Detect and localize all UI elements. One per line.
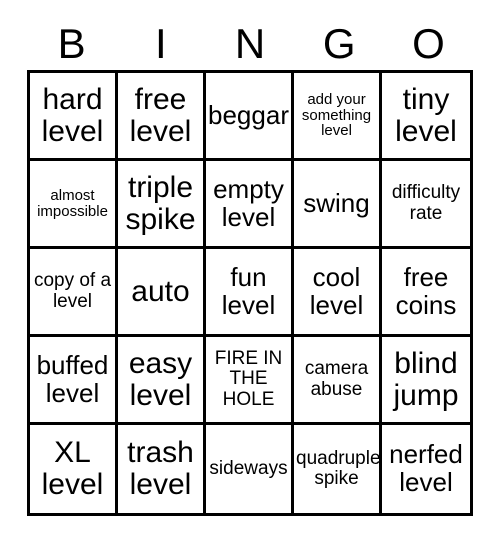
bingo-cell[interactable]: tiny level (382, 73, 470, 161)
bingo-cell-label: blind jump (393, 346, 459, 412)
bingo-cell[interactable]: auto (118, 249, 206, 337)
bingo-cell[interactable]: camera abuse (294, 337, 382, 425)
bingo-grid: hard level free level beggar add your so… (27, 70, 473, 516)
bingo-cell-label: swing (303, 187, 370, 218)
bingo-cell-label: triple spike (125, 170, 196, 236)
bingo-cell[interactable]: hard level (30, 73, 118, 161)
bingo-cell[interactable]: blind jump (382, 337, 470, 425)
bingo-cell[interactable]: difficulty rate (382, 161, 470, 249)
bingo-cell-label: easy level (128, 346, 193, 412)
bingo-header-letter-b: B (57, 20, 86, 67)
bingo-cell[interactable]: beggar (206, 73, 294, 161)
bingo-cell[interactable]: free coins (382, 249, 470, 337)
bingo-header-letter-g: G (322, 20, 356, 67)
bingo-cell-label: XL level (41, 436, 104, 501)
bingo-cell[interactable]: almost impossible (30, 161, 118, 249)
bingo-cell[interactable]: buffed level (30, 337, 118, 425)
bingo-cell-label: nerfed level (389, 439, 463, 497)
bingo-cell[interactable]: easy level (118, 337, 206, 425)
bingo-cell-label: beggar (208, 99, 289, 130)
bingo-cell-label: camera abuse (304, 358, 369, 400)
bingo-cell[interactable]: trash level (118, 425, 206, 513)
bingo-cell-label: add your something level (301, 90, 372, 140)
bingo-cell-label: cool level (309, 261, 364, 320)
bingo-cell[interactable]: fun level (206, 249, 294, 337)
bingo-card: B I N G O hard level free level beggar a… (0, 0, 501, 544)
bingo-header-letter-i: I (154, 20, 167, 67)
bingo-cell[interactable]: nerfed level (382, 425, 470, 513)
bingo-cell-label: difficulty rate (391, 182, 461, 224)
bingo-cell-label: empty level (213, 173, 284, 232)
bingo-cell[interactable]: add your something level (294, 73, 382, 161)
bingo-cell[interactable]: FIRE IN THE HOLE (206, 337, 294, 425)
bingo-cell-label: buffed level (36, 349, 109, 408)
bingo-cell[interactable]: triple spike (118, 161, 206, 249)
bingo-cell[interactable]: cool level (294, 249, 382, 337)
bingo-cell[interactable]: free level (118, 73, 206, 161)
bingo-cell[interactable]: copy of a level (30, 249, 118, 337)
bingo-cell-label: free coins (395, 261, 457, 320)
bingo-cell-label: fun level (221, 261, 276, 320)
bingo-cell[interactable]: empty level (206, 161, 294, 249)
bingo-cell[interactable]: swing (294, 161, 382, 249)
bingo-cell[interactable]: sideways (206, 425, 294, 513)
bingo-header-row: B I N G O (27, 20, 473, 68)
bingo-cell-label: sideways (209, 457, 288, 479)
bingo-cell-label: copy of a level (33, 270, 112, 312)
bingo-cell[interactable]: quadruple spike (294, 425, 382, 513)
bingo-cell-label: quadruple spike (296, 447, 381, 489)
bingo-header-letter-n: N (234, 20, 266, 67)
bingo-cell-label: almost impossible (37, 186, 108, 220)
bingo-cell[interactable]: XL level (30, 425, 118, 513)
bingo-cell-label: FIRE IN THE HOLE (214, 348, 283, 410)
bingo-cell-label: free level (129, 82, 192, 148)
bingo-header-letter-o: O (412, 20, 445, 67)
bingo-cell-label: tiny level (395, 82, 457, 148)
bingo-cell-label: trash level (127, 436, 194, 501)
bingo-cell-label: auto (131, 274, 190, 308)
bingo-cell-label: hard level (41, 82, 104, 148)
